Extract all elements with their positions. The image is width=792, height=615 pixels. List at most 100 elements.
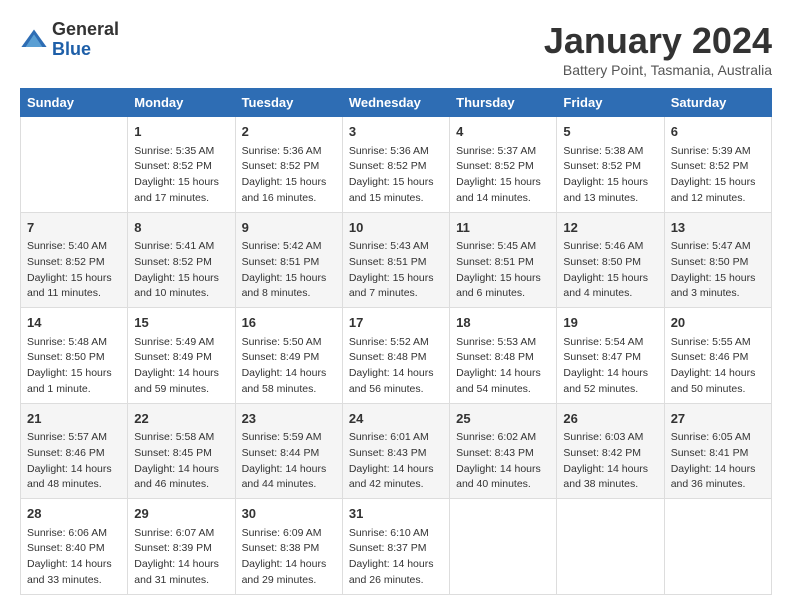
day-info: Sunrise: 5:42 AM Sunset: 8:51 PM Dayligh… xyxy=(242,239,336,302)
day-info: Sunrise: 5:49 AM Sunset: 8:49 PM Dayligh… xyxy=(134,335,228,398)
day-info: Sunrise: 5:53 AM Sunset: 8:48 PM Dayligh… xyxy=(456,335,550,398)
calendar-cell: 14Sunrise: 5:48 AM Sunset: 8:50 PM Dayli… xyxy=(21,308,128,404)
week-row-4: 21Sunrise: 5:57 AM Sunset: 8:46 PM Dayli… xyxy=(21,403,772,499)
weekday-header-friday: Friday xyxy=(557,89,664,117)
logo-blue: Blue xyxy=(52,40,119,60)
weekday-header-saturday: Saturday xyxy=(664,89,771,117)
day-info: Sunrise: 5:46 AM Sunset: 8:50 PM Dayligh… xyxy=(563,239,657,302)
calendar-cell xyxy=(664,499,771,595)
day-info: Sunrise: 5:58 AM Sunset: 8:45 PM Dayligh… xyxy=(134,430,228,493)
week-row-3: 14Sunrise: 5:48 AM Sunset: 8:50 PM Dayli… xyxy=(21,308,772,404)
day-number: 1 xyxy=(134,122,228,142)
day-info: Sunrise: 6:09 AM Sunset: 8:38 PM Dayligh… xyxy=(242,526,336,589)
calendar-cell: 3Sunrise: 5:36 AM Sunset: 8:52 PM Daylig… xyxy=(342,117,449,213)
day-info: Sunrise: 5:57 AM Sunset: 8:46 PM Dayligh… xyxy=(27,430,121,493)
day-info: Sunrise: 6:03 AM Sunset: 8:42 PM Dayligh… xyxy=(563,430,657,493)
logo-text: General Blue xyxy=(52,20,119,60)
calendar-cell: 15Sunrise: 5:49 AM Sunset: 8:49 PM Dayli… xyxy=(128,308,235,404)
calendar-cell xyxy=(450,499,557,595)
day-info: Sunrise: 6:02 AM Sunset: 8:43 PM Dayligh… xyxy=(456,430,550,493)
calendar-table: SundayMondayTuesdayWednesdayThursdayFrid… xyxy=(20,88,772,595)
day-info: Sunrise: 5:40 AM Sunset: 8:52 PM Dayligh… xyxy=(27,239,121,302)
calendar-cell: 18Sunrise: 5:53 AM Sunset: 8:48 PM Dayli… xyxy=(450,308,557,404)
month-title: January 2024 xyxy=(544,20,772,62)
day-number: 22 xyxy=(134,409,228,429)
day-number: 24 xyxy=(349,409,443,429)
calendar-cell: 31Sunrise: 6:10 AM Sunset: 8:37 PM Dayli… xyxy=(342,499,449,595)
day-info: Sunrise: 5:45 AM Sunset: 8:51 PM Dayligh… xyxy=(456,239,550,302)
day-number: 5 xyxy=(563,122,657,142)
logo-general: General xyxy=(52,20,119,40)
calendar-cell: 24Sunrise: 6:01 AM Sunset: 8:43 PM Dayli… xyxy=(342,403,449,499)
day-info: Sunrise: 5:38 AM Sunset: 8:52 PM Dayligh… xyxy=(563,144,657,207)
calendar-cell: 30Sunrise: 6:09 AM Sunset: 8:38 PM Dayli… xyxy=(235,499,342,595)
day-number: 4 xyxy=(456,122,550,142)
weekday-header-tuesday: Tuesday xyxy=(235,89,342,117)
day-info: Sunrise: 6:07 AM Sunset: 8:39 PM Dayligh… xyxy=(134,526,228,589)
day-number: 15 xyxy=(134,313,228,333)
day-number: 8 xyxy=(134,218,228,238)
day-info: Sunrise: 5:52 AM Sunset: 8:48 PM Dayligh… xyxy=(349,335,443,398)
calendar-cell: 2Sunrise: 5:36 AM Sunset: 8:52 PM Daylig… xyxy=(235,117,342,213)
calendar-cell: 9Sunrise: 5:42 AM Sunset: 8:51 PM Daylig… xyxy=(235,212,342,308)
day-info: Sunrise: 5:41 AM Sunset: 8:52 PM Dayligh… xyxy=(134,239,228,302)
day-number: 26 xyxy=(563,409,657,429)
calendar-cell xyxy=(21,117,128,213)
day-number: 23 xyxy=(242,409,336,429)
calendar-cell: 11Sunrise: 5:45 AM Sunset: 8:51 PM Dayli… xyxy=(450,212,557,308)
day-number: 2 xyxy=(242,122,336,142)
day-number: 11 xyxy=(456,218,550,238)
day-number: 19 xyxy=(563,313,657,333)
logo: General Blue xyxy=(20,20,119,60)
day-number: 25 xyxy=(456,409,550,429)
calendar-cell: 6Sunrise: 5:39 AM Sunset: 8:52 PM Daylig… xyxy=(664,117,771,213)
day-info: Sunrise: 5:55 AM Sunset: 8:46 PM Dayligh… xyxy=(671,335,765,398)
page-header: General Blue January 2024 Battery Point,… xyxy=(20,20,772,78)
day-info: Sunrise: 5:36 AM Sunset: 8:52 PM Dayligh… xyxy=(349,144,443,207)
calendar-cell: 1Sunrise: 5:35 AM Sunset: 8:52 PM Daylig… xyxy=(128,117,235,213)
day-info: Sunrise: 5:47 AM Sunset: 8:50 PM Dayligh… xyxy=(671,239,765,302)
calendar-cell: 17Sunrise: 5:52 AM Sunset: 8:48 PM Dayli… xyxy=(342,308,449,404)
calendar-cell: 23Sunrise: 5:59 AM Sunset: 8:44 PM Dayli… xyxy=(235,403,342,499)
calendar-cell: 7Sunrise: 5:40 AM Sunset: 8:52 PM Daylig… xyxy=(21,212,128,308)
day-number: 3 xyxy=(349,122,443,142)
calendar-cell: 12Sunrise: 5:46 AM Sunset: 8:50 PM Dayli… xyxy=(557,212,664,308)
calendar-cell: 26Sunrise: 6:03 AM Sunset: 8:42 PM Dayli… xyxy=(557,403,664,499)
day-info: Sunrise: 5:37 AM Sunset: 8:52 PM Dayligh… xyxy=(456,144,550,207)
weekday-header-wednesday: Wednesday xyxy=(342,89,449,117)
day-info: Sunrise: 6:06 AM Sunset: 8:40 PM Dayligh… xyxy=(27,526,121,589)
day-number: 16 xyxy=(242,313,336,333)
day-info: Sunrise: 5:36 AM Sunset: 8:52 PM Dayligh… xyxy=(242,144,336,207)
day-info: Sunrise: 5:39 AM Sunset: 8:52 PM Dayligh… xyxy=(671,144,765,207)
logo-icon xyxy=(20,26,48,54)
location: Battery Point, Tasmania, Australia xyxy=(544,62,772,78)
day-info: Sunrise: 5:54 AM Sunset: 8:47 PM Dayligh… xyxy=(563,335,657,398)
day-number: 18 xyxy=(456,313,550,333)
day-info: Sunrise: 5:35 AM Sunset: 8:52 PM Dayligh… xyxy=(134,144,228,207)
day-number: 10 xyxy=(349,218,443,238)
day-number: 12 xyxy=(563,218,657,238)
day-info: Sunrise: 5:50 AM Sunset: 8:49 PM Dayligh… xyxy=(242,335,336,398)
calendar-cell: 5Sunrise: 5:38 AM Sunset: 8:52 PM Daylig… xyxy=(557,117,664,213)
calendar-cell: 10Sunrise: 5:43 AM Sunset: 8:51 PM Dayli… xyxy=(342,212,449,308)
day-info: Sunrise: 6:01 AM Sunset: 8:43 PM Dayligh… xyxy=(349,430,443,493)
day-info: Sunrise: 6:05 AM Sunset: 8:41 PM Dayligh… xyxy=(671,430,765,493)
day-number: 6 xyxy=(671,122,765,142)
calendar-cell: 28Sunrise: 6:06 AM Sunset: 8:40 PM Dayli… xyxy=(21,499,128,595)
day-number: 7 xyxy=(27,218,121,238)
calendar-cell: 29Sunrise: 6:07 AM Sunset: 8:39 PM Dayli… xyxy=(128,499,235,595)
week-row-1: 1Sunrise: 5:35 AM Sunset: 8:52 PM Daylig… xyxy=(21,117,772,213)
day-number: 29 xyxy=(134,504,228,524)
week-row-2: 7Sunrise: 5:40 AM Sunset: 8:52 PM Daylig… xyxy=(21,212,772,308)
day-number: 14 xyxy=(27,313,121,333)
weekday-header-sunday: Sunday xyxy=(21,89,128,117)
day-number: 20 xyxy=(671,313,765,333)
day-number: 30 xyxy=(242,504,336,524)
day-number: 31 xyxy=(349,504,443,524)
calendar-cell: 20Sunrise: 5:55 AM Sunset: 8:46 PM Dayli… xyxy=(664,308,771,404)
calendar-cell: 27Sunrise: 6:05 AM Sunset: 8:41 PM Dayli… xyxy=(664,403,771,499)
day-number: 9 xyxy=(242,218,336,238)
day-info: Sunrise: 5:43 AM Sunset: 8:51 PM Dayligh… xyxy=(349,239,443,302)
day-number: 17 xyxy=(349,313,443,333)
week-row-5: 28Sunrise: 6:06 AM Sunset: 8:40 PM Dayli… xyxy=(21,499,772,595)
